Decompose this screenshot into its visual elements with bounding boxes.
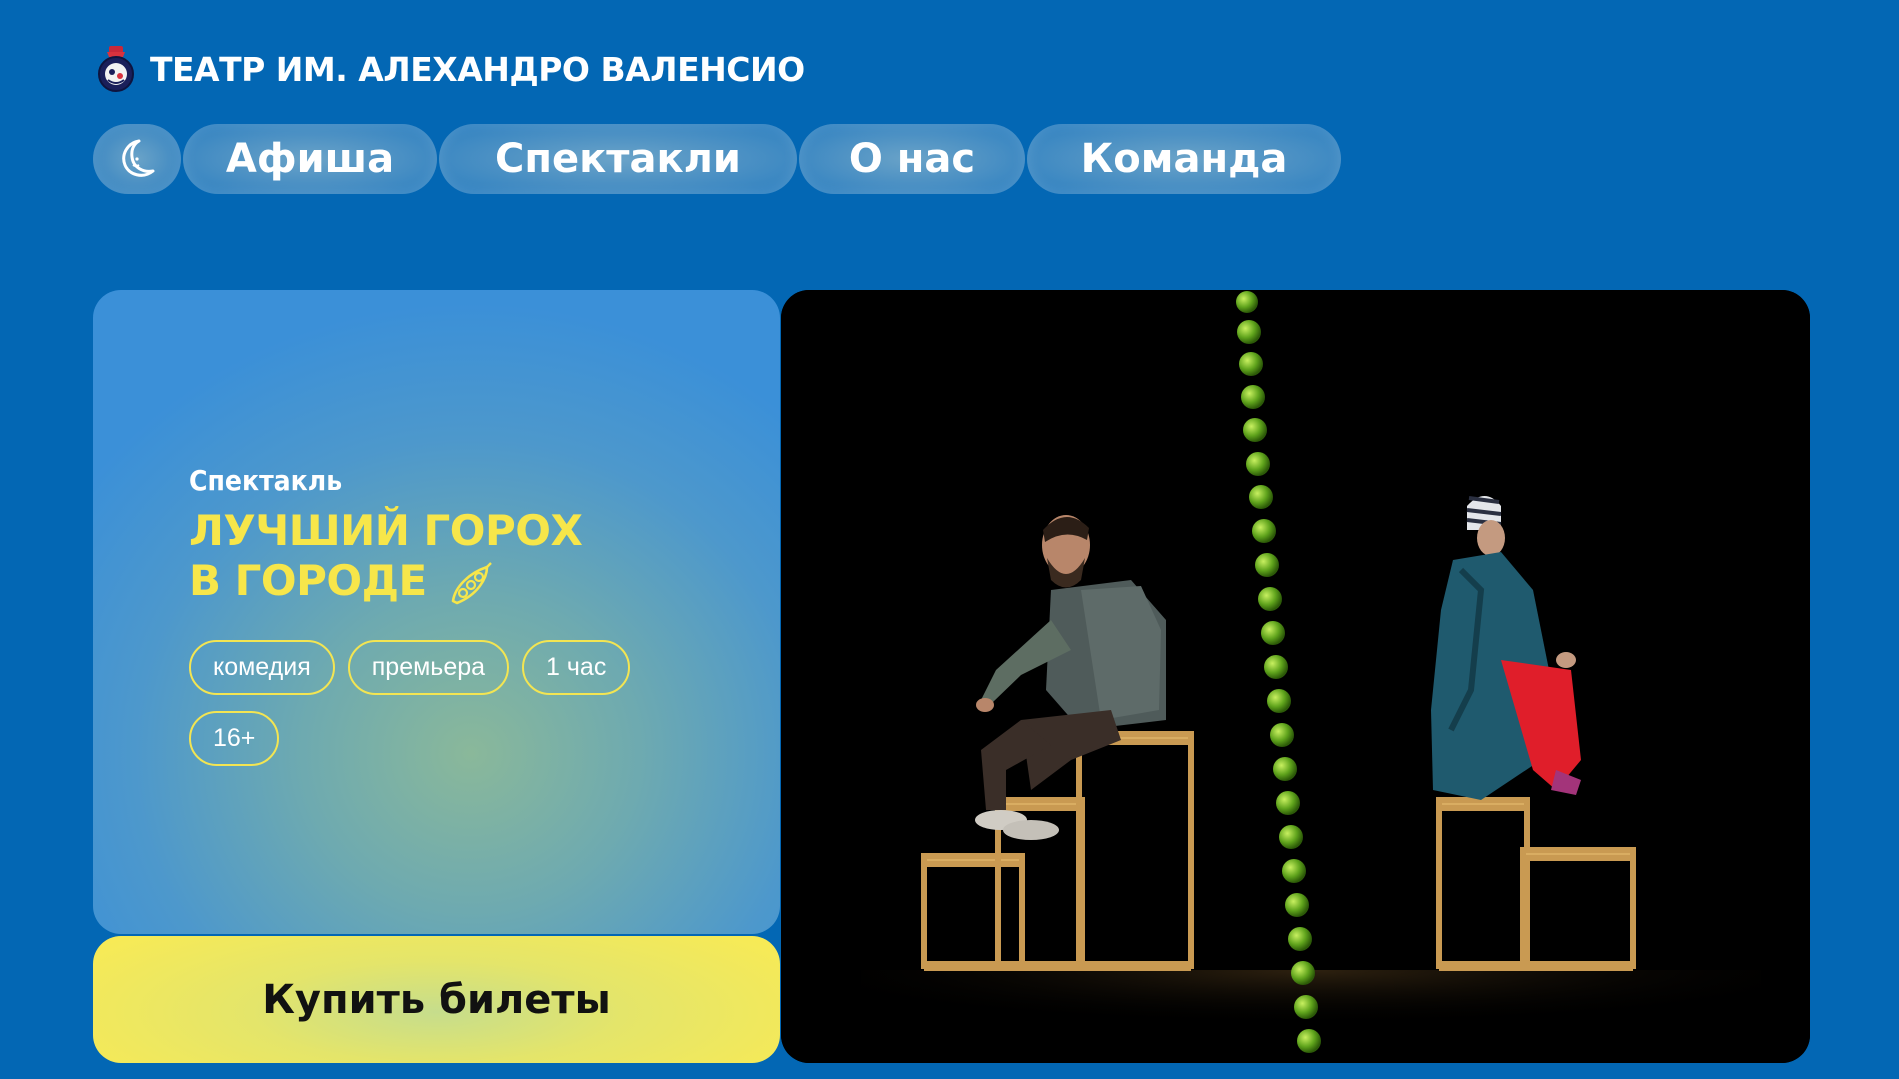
show-kind: Спектакль [189,464,343,497]
nav-item-afisha[interactable]: Афиша [183,124,437,194]
buy-tickets-button[interactable]: Купить билеты [93,936,780,1063]
nav-item-team[interactable]: Команда [1027,124,1341,194]
show-title-line-1: ЛУЧШИЙ ГОРОХ [189,506,583,555]
show-info-card: Спектакль ЛУЧШИЙ ГОРОХ В ГОРОДЕ комедия … [93,290,780,934]
tag-duration: 1 час [522,640,631,695]
tag-age-rating: 16+ [189,711,280,766]
brand[interactable]: ТЕАТР ИМ. АЛЕХАНДРО ВАЛЕНСИО [96,46,805,92]
show-tags: комедия премьера 1 час 16+ [189,640,649,766]
tag-genre: комедия [189,640,335,695]
main-nav: Афиша Спектакли О нас Команда [93,124,1341,194]
moon-icon [122,139,155,177]
show-title: ЛУЧШИЙ ГОРОХ В ГОРОДЕ [189,506,659,607]
nav-item-about[interactable]: О нас [799,124,1025,194]
stage-photo [781,290,1810,1063]
nav-item-performances[interactable]: Спектакли [439,124,797,194]
page: ТЕАТР ИМ. АЛЕХАНДРО ВАЛЕНСИО Афиша Спект… [0,0,1899,1079]
pea-pod-icon [451,561,492,604]
theatre-crest-icon [98,46,134,92]
theatre-name: ТЕАТР ИМ. АЛЕХАНДРО ВАЛЕНСИО [150,49,805,89]
stage-photo-illustration [781,290,1810,1063]
show-title-line-2: В ГОРОДЕ [189,556,427,605]
tag-premiere: премьера [347,640,510,695]
theme-toggle-button[interactable] [93,124,181,194]
